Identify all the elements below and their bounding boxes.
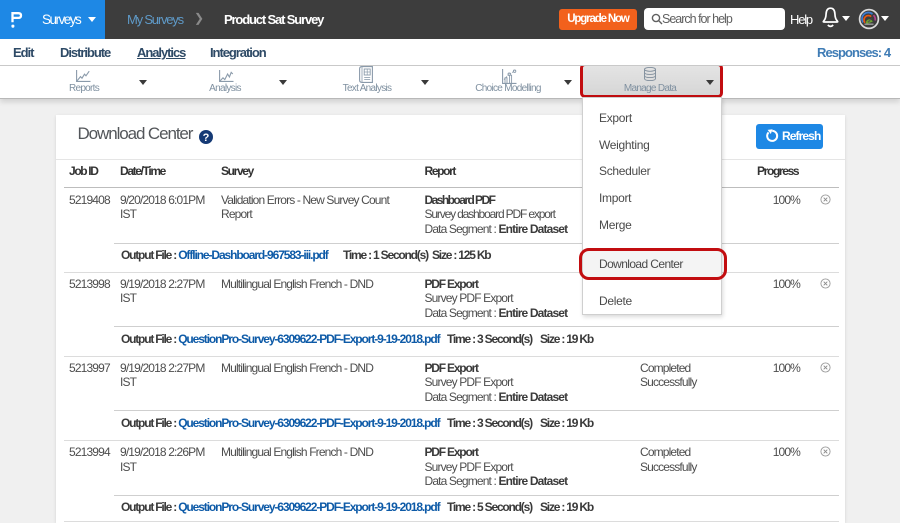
svg-text:?: ? (203, 132, 210, 144)
